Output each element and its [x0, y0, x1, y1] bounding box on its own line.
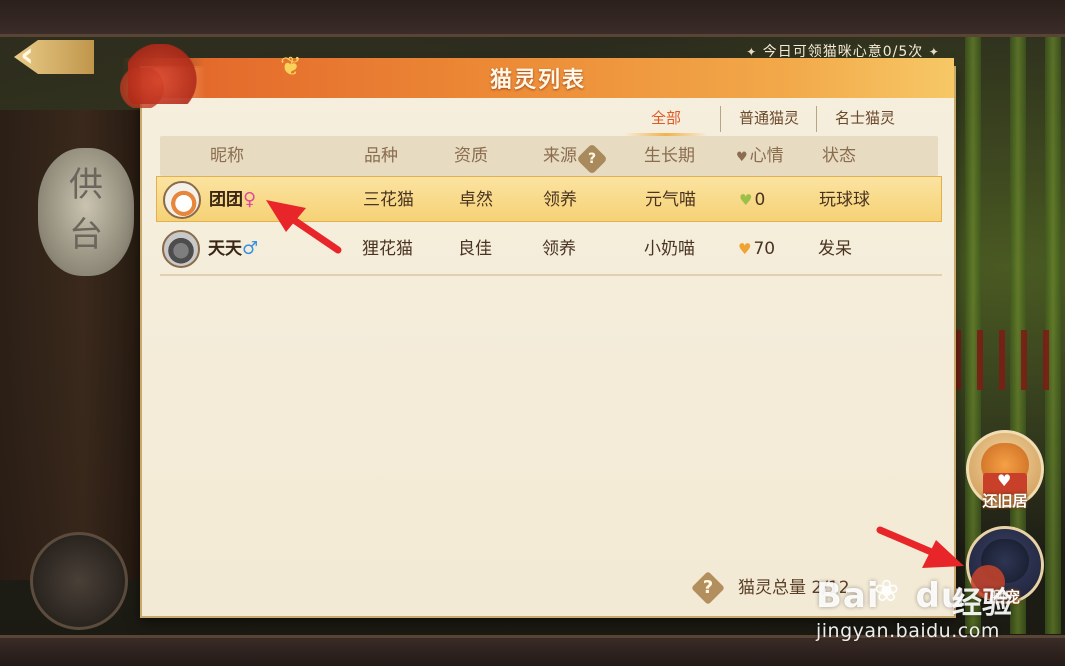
cat-mood-value: 70 [753, 239, 776, 259]
return-home-label: 还旧居 [982, 492, 1028, 510]
column-growth: 生长期 [644, 146, 695, 166]
cat-name-cell: 天天♂ [208, 226, 258, 272]
column-status: 状态 [822, 146, 856, 166]
column-mood-label: 心情 [749, 146, 784, 166]
table-header: 昵称 品种 资质 来源? 生长期 ♥ 心情 状态 [160, 136, 938, 176]
tab-noble-cats[interactable]: 名士猫灵 [820, 102, 910, 134]
sparkle-icon: ✦ [746, 45, 758, 59]
column-nickname: 昵称 [210, 146, 244, 166]
watermark-url: jingyan.baidu.com [816, 620, 1000, 642]
joystick-disc[interactable] [30, 532, 128, 630]
cat-growth: 元气喵 [645, 190, 696, 210]
cat-name: 天天 [208, 239, 242, 259]
cat-status: 玩球球 [819, 190, 870, 210]
broken-heart-icon: ♥ [739, 191, 753, 209]
row-divider [160, 274, 942, 276]
column-quality: 资质 [454, 146, 488, 166]
butterfly-icon: ❦ [280, 52, 302, 82]
cat-breed: 狸花猫 [362, 239, 413, 259]
cat-status: 发呆 [818, 239, 852, 259]
watermark-brand-prefix: Bai [816, 576, 880, 616]
heart-icon: ♥ [738, 240, 752, 258]
tab-divider [720, 106, 721, 132]
lantern-decoration: 供台 [38, 148, 134, 276]
heart-icon: ♥ [736, 150, 748, 165]
female-icon: ♀ [243, 189, 257, 210]
panel-title: 猫灵列表 [489, 68, 586, 93]
back-arrow-icon: ‹ [20, 35, 35, 75]
annotation-arrow-icon [266, 200, 342, 254]
column-breed: 品种 [364, 146, 398, 166]
heart-icon: ♥ [997, 471, 1012, 490]
cat-mood: ♥ 0 [739, 177, 765, 223]
help-icon[interactable]: ? [576, 143, 608, 175]
cat-name-cell: 团团♀ [209, 177, 256, 223]
baidu-watermark: Bai du ❀ 经验 jingyan.baidu.com [816, 572, 1056, 662]
cat-mood: ♥ 70 [738, 226, 775, 272]
paw-icon: ❀ [874, 574, 900, 609]
cat-total-label: 猫灵总量 [738, 578, 806, 598]
sparkle-icon: ✦ [928, 45, 940, 59]
help-button[interactable]: ? [690, 570, 726, 606]
male-icon: ♂ [242, 238, 259, 259]
back-button[interactable]: ‹ [0, 35, 100, 76]
column-source-label: 来源 [543, 146, 577, 166]
column-mood: ♥ 心情 [736, 136, 784, 176]
return-home-button[interactable]: ♥ 还旧居 [966, 430, 1044, 510]
watermark-cn: 经验 [952, 586, 1012, 621]
cat-avatar [163, 181, 201, 219]
panel-title-bar: 猫灵列表 [112, 44, 954, 108]
bridge-railing [955, 330, 1065, 390]
cat-name: 团团 [209, 190, 243, 210]
cat-mood-value: 0 [754, 190, 766, 210]
cat-avatar [162, 230, 200, 268]
annotation-arrow-icon [876, 526, 964, 568]
cat-quality: 卓然 [459, 190, 493, 210]
cat-quality: 良佳 [458, 239, 492, 259]
cat-source: 领养 [542, 239, 576, 259]
question-icon: ? [702, 577, 714, 598]
cat-breed: 三花猫 [363, 190, 414, 210]
column-source: 来源? [543, 136, 608, 176]
tab-all[interactable]: 全部 [624, 102, 708, 136]
cat-growth: 小奶喵 [644, 239, 695, 259]
cat-source: 领养 [543, 190, 577, 210]
tab-divider [816, 106, 817, 132]
tab-normal-cats[interactable]: 普通猫灵 [724, 102, 814, 134]
top-frame [0, 0, 1065, 37]
